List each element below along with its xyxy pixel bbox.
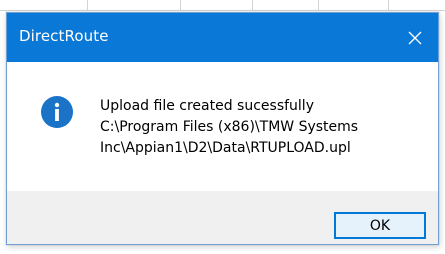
grid-line: [318, 0, 319, 10]
info-icon: [41, 96, 73, 128]
message-line: C:\Program Files (x86)\TMW Systems: [100, 119, 359, 135]
dialog-footer: OK: [7, 191, 438, 244]
dialog-title: DirectRoute: [19, 27, 109, 45]
grid-line: [0, 10, 445, 11]
close-icon: [408, 31, 422, 44]
dialog-content: Upload file created sucessfully C:\Progr…: [7, 62, 438, 191]
message-dialog: DirectRoute Upload file created sucessfu…: [6, 12, 439, 245]
close-button[interactable]: [392, 13, 438, 62]
grid-line: [388, 0, 389, 10]
message-line: Upload file created sucessfully: [100, 98, 314, 114]
dialog-titlebar[interactable]: DirectRoute: [7, 13, 438, 62]
grid-line: [87, 0, 88, 10]
ok-button[interactable]: OK: [334, 212, 426, 239]
message-line: Inc\Appian1\D2\Data\RTUPLOAD.upl: [100, 140, 351, 156]
dialog-message: Upload file created sucessfully C:\Progr…: [100, 96, 358, 159]
grid-line: [252, 0, 253, 10]
grid-line: [180, 0, 181, 10]
